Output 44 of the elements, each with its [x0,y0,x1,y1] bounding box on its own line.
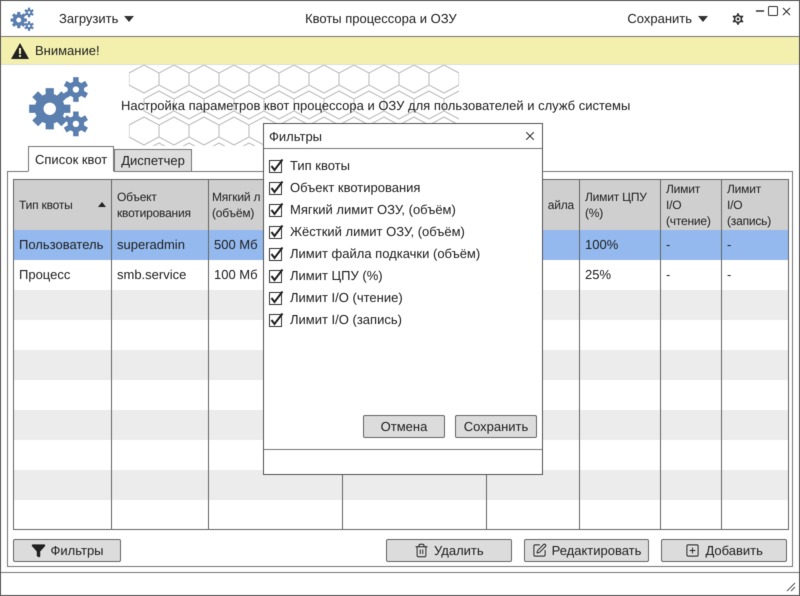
settings-icon[interactable] [730,10,746,26]
delete-button[interactable]: Удалить [386,539,512,562]
column-header[interactable]: Объект квотирования [112,180,208,230]
close-icon[interactable] [523,129,537,143]
checked-checkbox[interactable] [269,290,284,304]
checked-checkbox[interactable] [269,246,284,260]
cancel-button[interactable]: Отмена [363,415,445,438]
checked-checkbox[interactable] [269,268,284,282]
maximize-icon[interactable] [767,5,779,17]
tab[interactable]: Список квот [28,146,114,172]
checkbox-label: Лимит I/O (чтение) [290,290,403,304]
tab[interactable]: Диспетчер [114,149,192,172]
checked-checkbox[interactable] [269,224,284,238]
window-title: Квоты процессора и ОЗУ [304,11,458,26]
close-icon[interactable] [780,5,793,18]
column-header[interactable]: Лимит I/O (запись) [722,180,788,230]
edit-button[interactable]: Редактировать [524,539,650,562]
column-header[interactable]: Лимит I/O (чтение) [660,180,722,230]
resize-grip-icon[interactable] [786,582,796,592]
checkbox-label: Объект квотирования [290,180,420,194]
checkbox-label: Лимит I/O (запись) [290,312,402,326]
trash-icon [414,543,430,558]
add-button[interactable]: Добавить [661,539,787,562]
checkbox-label: Тип квоты [290,158,350,172]
checked-checkbox[interactable] [269,202,284,216]
checked-checkbox[interactable] [269,158,284,172]
checkbox-label: Мягкий лимит ОЗУ, (объём) [290,202,456,216]
column-header[interactable]: Лимит ЦПУ (%) [580,180,660,230]
warning-text: Внимание! [35,43,100,58]
header-text: Настройка параметров квот процессора и ОЗУ для пользователей и служб системы [121,98,630,113]
pencil-square-icon [532,543,547,558]
load-menu[interactable]: Загрузить [55,9,138,28]
funnel-icon [30,543,46,558]
warning-icon [11,42,29,58]
checked-checkbox[interactable] [269,180,284,194]
save-menu[interactable]: Сохранить [623,9,712,28]
gears-icon [9,6,35,32]
plus-square-icon [685,543,700,558]
dialog-title: Фильтры [269,128,322,144]
checked-checkbox[interactable] [269,312,284,326]
column-header[interactable]: Тип квоты [14,180,112,230]
save-button[interactable]: Сохранить [455,415,537,438]
sort-ascending-icon [98,202,106,208]
filters-button[interactable]: Фильтры [13,539,122,562]
